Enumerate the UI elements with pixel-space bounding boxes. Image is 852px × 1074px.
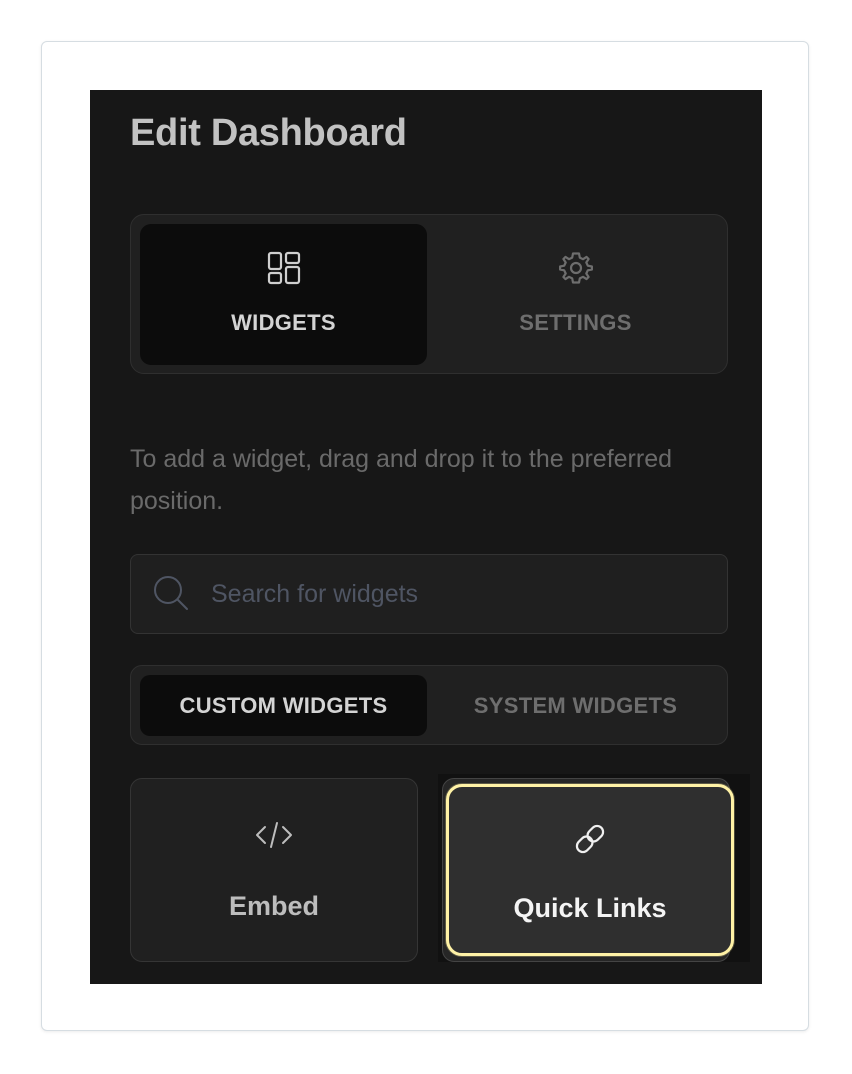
widget-card-label: Embed: [228, 891, 320, 921]
edit-dashboard-panel: Edit Dashboard WIDGETS SETTINGS To add a…: [90, 90, 762, 984]
search-box: [130, 554, 728, 634]
drag-drop-instructions: To add a widget, drag and drop it to the…: [130, 445, 673, 515]
widget-category-tabs: CUSTOM WIDGETS SYSTEM WIDGETS: [130, 665, 728, 745]
tab-system-widgets[interactable]: SYSTEM WIDGETS: [432, 675, 719, 736]
link-icon: [575, 824, 605, 854]
search-input[interactable]: [211, 555, 711, 633]
tab-settings[interactable]: SETTINGS: [432, 224, 719, 365]
search-icon: [154, 576, 188, 610]
widgets-grid-icon: [267, 251, 300, 285]
panel-title: Edit Dashboard: [130, 112, 407, 154]
tab-widgets[interactable]: WIDGETS: [140, 224, 427, 365]
gear-icon: [558, 252, 593, 284]
widget-card-embed[interactable]: Embed: [130, 778, 418, 962]
tab-widgets-label: WIDGETS: [231, 310, 336, 335]
code-icon: [256, 822, 292, 848]
widget-card-label: Quick Links: [513, 893, 667, 923]
tab-custom-widgets[interactable]: CUSTOM WIDGETS: [140, 675, 427, 736]
widget-card-quick-links[interactable]: Quick Links: [446, 784, 734, 956]
tab-settings-label: SETTINGS: [519, 310, 632, 335]
mode-tab-group: WIDGETS SETTINGS: [130, 214, 728, 374]
